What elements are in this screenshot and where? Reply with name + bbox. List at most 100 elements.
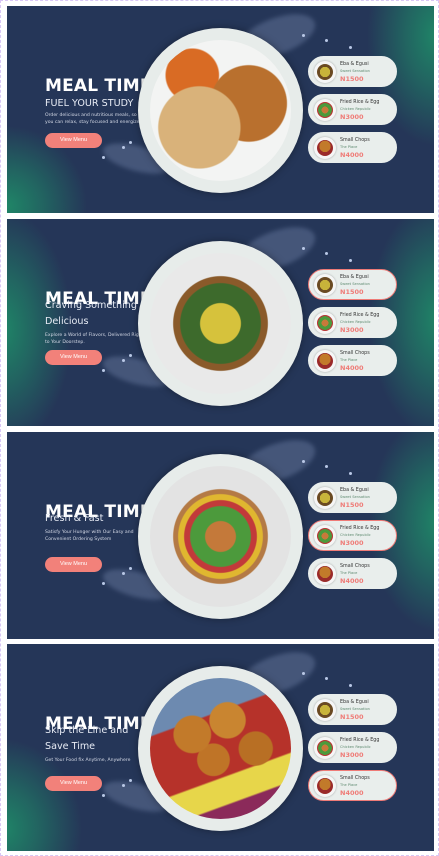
menu-item-name: Small Chops [340,351,370,356]
menu-item-price: N3000 [340,751,364,759]
splash-dot [325,39,328,42]
banner-gallery: MEAL TIME FUEL YOUR STUDY Order delicious … [0,0,439,856]
menu-item-price: N4000 [340,364,364,372]
menu-card[interactable]: Fried Rice & Egg Chicken Republic N3000 [308,732,397,763]
menu-item-name: Fried Rice & Egg [340,313,380,318]
food-image [317,528,333,544]
splash-dot [302,34,305,37]
menu-card[interactable]: Small Chops The Place N4000 [308,558,397,589]
food-image [317,740,333,756]
menu-card[interactable]: Fried Rice & Egg Chicken Republic N3000 [308,520,397,551]
hero-description: Explore a World of Flavors, Delivered Ri… [45,333,144,345]
menu-item-vendor: The Place [340,145,358,149]
menu-card[interactable]: Eba & Egusi Sweet Sensation N1500 [308,482,397,513]
hero-text: MEAL TIME FUEL YOUR STUDY Order delicious … [45,6,152,213]
food-image [317,566,333,582]
hero-banner: MEAL TIME Fresh & Fast Satisfy Your Hunger… [7,432,434,639]
view-menu-button[interactable]: View Menu [45,557,102,572]
menu-item-vendor: Chicken Republic [340,533,371,537]
menu-card[interactable]: Fried Rice & Egg Chicken Republic N3000 [308,94,397,125]
food-image [317,702,333,718]
menu-item-price: N1500 [340,75,364,83]
food-image [317,102,333,118]
menu-item-name: Fried Rice & Egg [340,526,380,531]
food-image [317,778,333,794]
splash-dot [325,465,328,468]
food-thumbnail [314,563,336,585]
menu-item-vendor: Chicken Republic [340,745,371,749]
menu-item-name: Eba & Egusi [340,62,369,67]
food-thumbnail [314,487,336,509]
food-plate-image [138,241,303,406]
splash-dot [302,247,305,250]
menu-item-price: N4000 [340,151,364,159]
menu-card[interactable]: Small Chops The Place N4000 [308,770,397,801]
food-thumbnail [314,61,336,83]
food-thumbnail [314,137,336,159]
menu-item-price: N4000 [340,789,364,797]
view-menu-button[interactable]: View Menu [45,133,102,148]
menu-item-name: Fried Rice & Egg [340,100,380,105]
menu-item-vendor: The Place [340,571,358,575]
menu-item-name: Eba & Egusi [340,488,369,493]
splash-dot [349,684,352,687]
menu-item-vendor: The Place [340,783,358,787]
menu-item-name: Eba & Egusi [340,700,369,705]
menu-item-name: Fried Rice & Egg [340,738,380,743]
food-plate-image [138,454,303,619]
food-plate-image [138,28,303,193]
hero-description: Order delicious and nutritious meals, so… [45,113,144,125]
food-image [317,490,333,506]
menu-item-price: N3000 [340,326,364,334]
menu-card[interactable]: Small Chops The Place N4000 [308,132,397,163]
menu-item-vendor: Sweet Sensation [340,282,370,286]
food-thumbnail [314,737,336,759]
menu-card-list: Eba & Egusi Sweet Sensation N1500 Fried Ric… [308,482,398,592]
view-menu-button[interactable]: View Menu [45,776,102,791]
hero-description: Get Your Food fix Anytime, Anywhere [45,758,131,763]
food-thumbnail [314,350,336,372]
food-thumbnail [314,525,336,547]
menu-item-vendor: Chicken Republic [340,320,371,324]
food-image [317,315,333,331]
menu-card[interactable]: Fried Rice & Egg Chicken Republic N3000 [308,307,397,338]
splash-dot [325,252,328,255]
splash-dot [325,677,328,680]
hero-title: MEAL TIME [45,76,152,96]
hero-text: MEAL TIME Skip the Line and Save Time Get … [45,644,152,851]
splash-dot [349,46,352,49]
menu-item-name: Small Chops [340,138,370,143]
hero-subtitle: Skip the Line and Save Time [45,725,129,752]
food-plate-image [138,666,303,831]
hero-banner: MEAL TIME FUEL YOUR STUDY Order delicious … [7,6,434,213]
hero-subtitle: Fresh & Fast [45,513,104,524]
food-thumbnail [314,274,336,296]
menu-item-vendor: Sweet Sensation [340,69,370,73]
food-thumbnail [314,699,336,721]
hero-banner: MEAL TIME Craving Something Delicious Expl… [7,219,434,426]
food-rice-chicken [150,40,291,181]
menu-item-name: Small Chops [340,564,370,569]
menu-item-price: N4000 [340,577,364,585]
hero-text: MEAL TIME Craving Something Delicious Expl… [45,219,152,426]
food-image [317,140,333,156]
hero-subtitle: Craving Something Delicious [45,300,137,327]
food-thumbnail [314,99,336,121]
splash-dot [349,259,352,262]
menu-item-vendor: Sweet Sensation [340,495,370,499]
food-image [317,353,333,369]
view-menu-button[interactable]: View Menu [45,350,102,365]
menu-card[interactable]: Eba & Egusi Sweet Sensation N1500 [308,269,397,300]
menu-item-price: N1500 [340,713,364,721]
food-thumbnail [314,775,336,797]
food-puff-puff [150,678,291,819]
menu-card[interactable]: Eba & Egusi Sweet Sensation N1500 [308,694,397,725]
menu-item-vendor: The Place [340,358,358,362]
menu-card[interactable]: Eba & Egusi Sweet Sensation N1500 [308,56,397,87]
food-salad-bowl [150,466,291,607]
menu-card[interactable]: Small Chops The Place N4000 [308,345,397,376]
menu-card-list: Eba & Egusi Sweet Sensation N1500 Fried Ric… [308,56,398,166]
menu-card-list: Eba & Egusi Sweet Sensation N1500 Fried Ric… [308,694,398,804]
food-image [317,64,333,80]
menu-item-vendor: Chicken Republic [340,107,371,111]
